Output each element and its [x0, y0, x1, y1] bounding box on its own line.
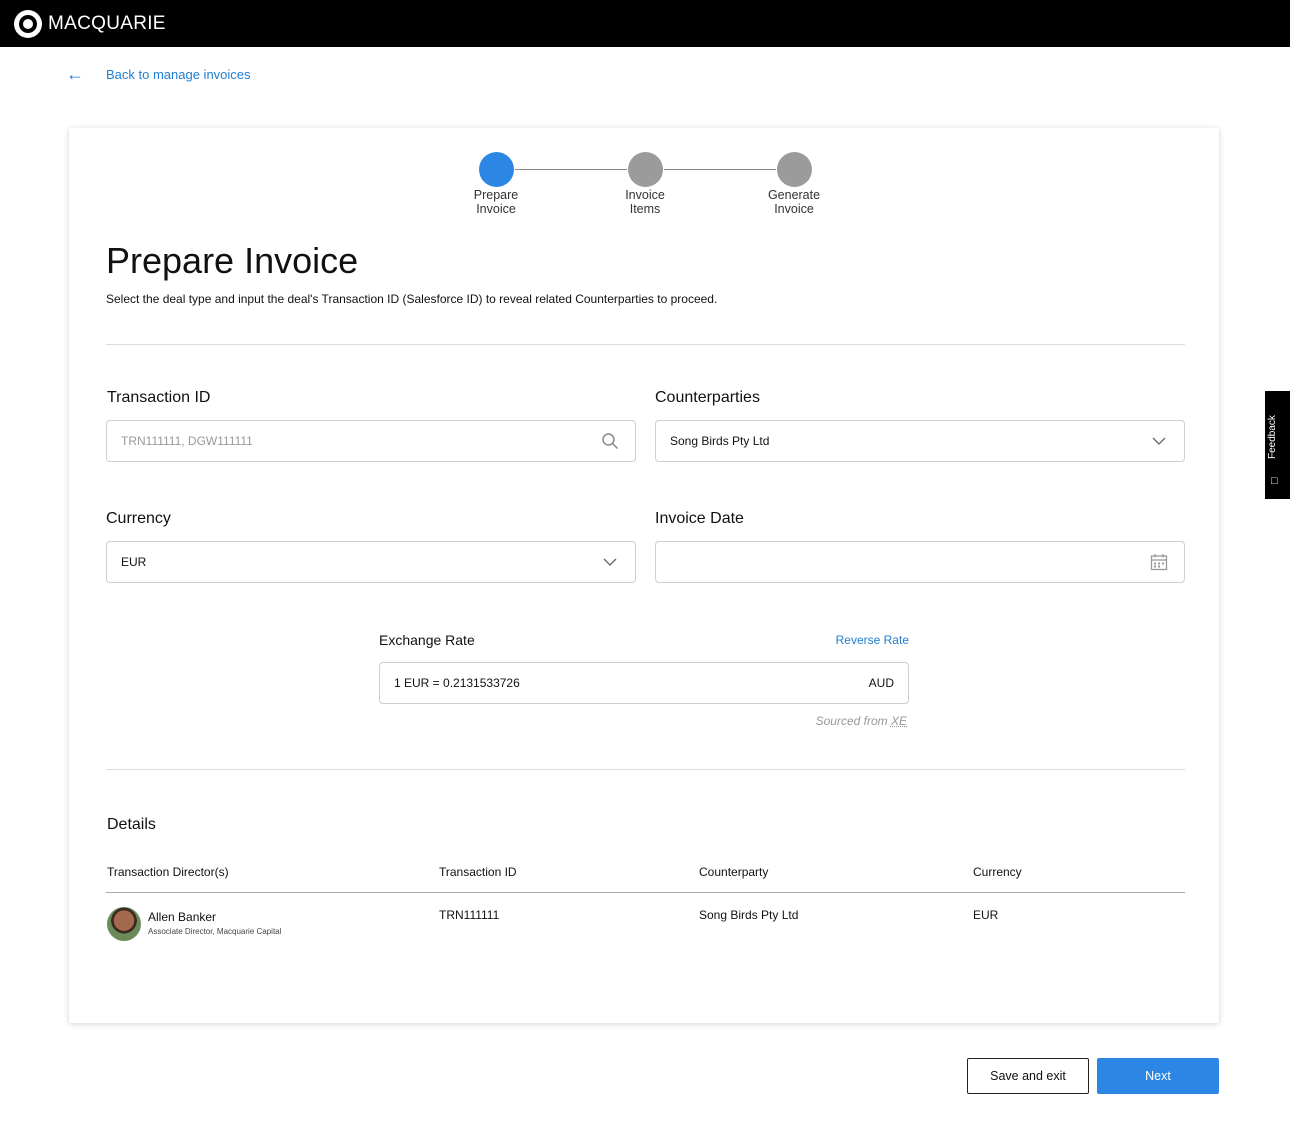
rate-source-link[interactable]: XE [891, 714, 907, 728]
column-header-transaction-id: Transaction ID [439, 865, 517, 879]
table-header-divider [106, 892, 1185, 893]
invoice-date-label: Invoice Date [655, 510, 744, 527]
chevron-down-icon [1148, 430, 1170, 452]
counterparties-select[interactable]: Song Birds Pty Ltd [655, 420, 1185, 462]
director-role: Associate Director, Macquarie Capital [148, 927, 282, 936]
row-counterparty: Song Birds Pty Ltd [699, 908, 799, 922]
row-currency: EUR [973, 908, 999, 922]
step-invoice-items[interactable]: Invoice Items [595, 152, 695, 216]
exchange-rate-label: Exchange Rate [379, 632, 475, 648]
column-header-counterparty: Counterparty [699, 865, 769, 879]
step-dot [776, 152, 812, 187]
brand-name: MACQUARIE [48, 12, 166, 34]
step-label-line2: Invoice [774, 202, 814, 216]
column-header-directors: Transaction Director(s) [107, 865, 229, 879]
transaction-id-placeholder: TRN111111, DGW111111 [121, 434, 253, 448]
step-label-line1: Invoice [625, 188, 665, 202]
step-label-line1: Generate [767, 188, 821, 202]
search-icon[interactable] [599, 430, 621, 452]
page-title: Prepare Invoice [106, 240, 359, 281]
column-header-currency: Currency [973, 865, 1022, 879]
currency-select[interactable]: EUR [106, 541, 636, 583]
step-label-line1: Prepare [473, 188, 519, 202]
save-and-exit-button[interactable]: Save and exit [967, 1058, 1089, 1094]
top-bar: MACQUARIE [0, 0, 1290, 47]
step-prepare-invoice[interactable]: Prepare Invoice [446, 152, 546, 216]
feedback-label: Feedback [1267, 415, 1278, 459]
avatar [107, 907, 141, 941]
next-button[interactable]: Next [1097, 1058, 1219, 1094]
back-link[interactable]: ← Back to manage invoices [66, 64, 251, 85]
feedback-icon: □ [1271, 475, 1278, 487]
counterparties-value: Song Birds Pty Ltd [670, 434, 770, 448]
step-label-line2: Items [629, 202, 661, 216]
details-title: Details [107, 816, 156, 833]
counterparties-label: Counterparties [655, 389, 760, 406]
invoice-card: Prepare Invoice Invoice Items Generate I… [69, 128, 1219, 1023]
macquarie-logo-icon [14, 9, 42, 38]
divider [106, 769, 1185, 770]
feedback-tab[interactable]: Feedback □ [1265, 391, 1290, 499]
step-dot-active [478, 152, 514, 187]
transaction-id-label: Transaction ID [107, 389, 211, 406]
currency-label: Currency [106, 510, 171, 527]
page-subtitle: Select the deal type and input the deal'… [106, 292, 718, 306]
invoice-date-input[interactable] [655, 541, 1185, 583]
stepper: Prepare Invoice Invoice Items Generate I… [69, 128, 1219, 228]
exchange-rate-value: 1 EUR = 0.2131533726 [394, 676, 520, 690]
row-transaction-id: TRN111111 [439, 908, 500, 922]
step-generate-invoice[interactable]: Generate Invoice [744, 152, 844, 216]
back-link-label: Back to manage invoices [106, 67, 251, 82]
chevron-down-icon [599, 551, 621, 573]
step-dot [627, 152, 663, 187]
currency-value: EUR [121, 555, 147, 569]
transaction-id-input[interactable]: TRN111111, DGW111111 [106, 420, 636, 462]
rate-source-prefix: Sourced from [815, 714, 888, 728]
director-name: Allen Banker [148, 910, 217, 924]
arrow-left-icon: ← [66, 64, 84, 84]
exchange-rate-field[interactable]: 1 EUR = 0.2131533726 AUD [379, 662, 909, 704]
step-label-line2: Invoice [476, 202, 516, 216]
reverse-rate-link[interactable]: Reverse Rate [836, 633, 909, 647]
divider [106, 344, 1185, 345]
exchange-rate-target-currency: AUD [868, 676, 894, 690]
calendar-icon[interactable] [1148, 551, 1170, 573]
rate-source-note: Sourced from XE [816, 714, 907, 728]
